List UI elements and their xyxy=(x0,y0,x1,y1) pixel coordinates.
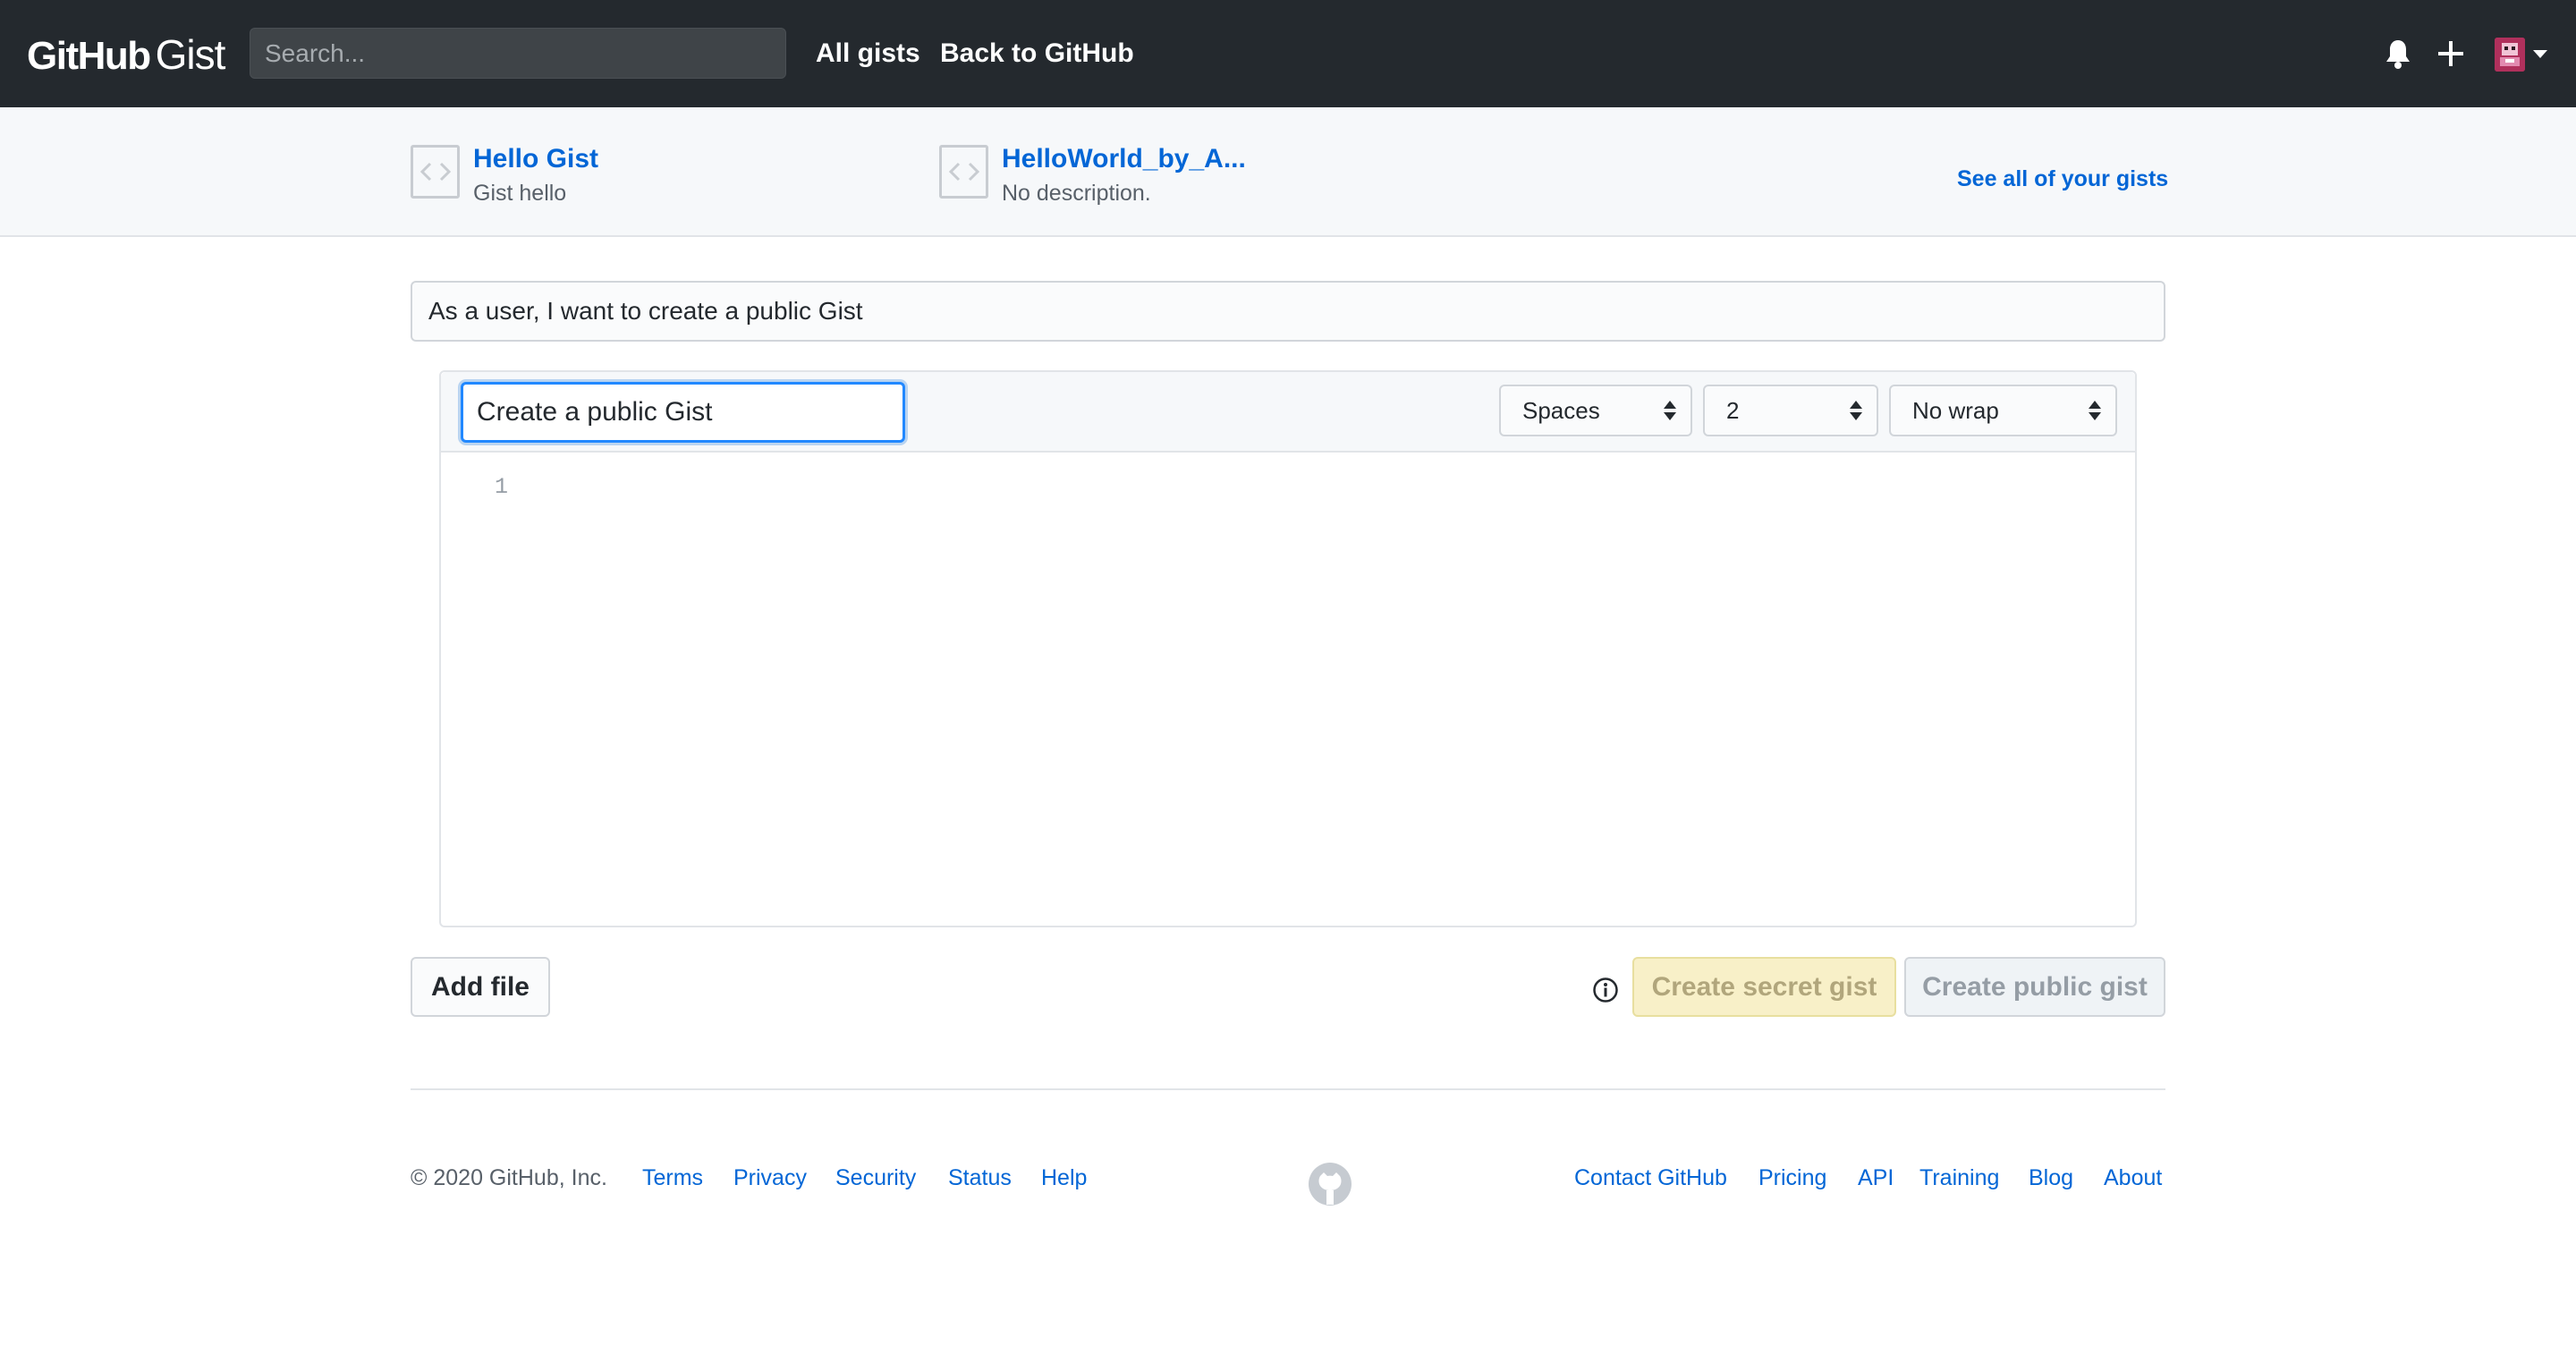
footer-divider xyxy=(411,1088,2165,1090)
create-public-gist-button[interactable]: Create public gist xyxy=(1904,957,2165,1017)
footer-link-blog[interactable]: Blog xyxy=(2029,1163,2073,1193)
bell-icon[interactable] xyxy=(2380,36,2416,72)
recent-gist-item[interactable]: Hello Gist Gist hello xyxy=(411,143,598,209)
create-secret-gist-button[interactable]: Create secret gist xyxy=(1632,957,1896,1017)
footer-link-security[interactable]: Security xyxy=(835,1163,916,1193)
see-all-gists-link[interactable]: See all of your gists xyxy=(1957,163,2168,195)
footer-link-status[interactable]: Status xyxy=(948,1163,1012,1193)
avatar[interactable] xyxy=(2495,38,2525,72)
github-mark-icon[interactable] xyxy=(1308,1162,1352,1206)
add-file-button[interactable]: Add file xyxy=(411,957,550,1017)
footer-copyright: © 2020 GitHub, Inc. xyxy=(411,1165,607,1190)
recent-gists-bar: Hello Gist Gist hello HelloWorld_by_A...… xyxy=(0,107,2576,237)
line-number: 1 xyxy=(495,474,509,500)
recent-gist-title[interactable]: HelloWorld_by_A... xyxy=(1002,143,1246,175)
caret-down-icon[interactable] xyxy=(2533,50,2547,58)
plus-icon[interactable] xyxy=(2433,36,2469,72)
select-arrows-icon xyxy=(2089,401,2101,422)
indent-mode-select[interactable]: Spaces xyxy=(1499,385,1692,436)
recent-gist-title[interactable]: Hello Gist xyxy=(473,143,598,175)
footer-link-training[interactable]: Training xyxy=(1919,1163,1999,1193)
recent-gist-item[interactable]: HelloWorld_by_A... No description. xyxy=(939,143,1246,209)
info-icon[interactable] xyxy=(1592,977,1619,1003)
footer-link-terms[interactable]: Terms xyxy=(642,1163,703,1193)
gist-description-input[interactable] xyxy=(411,281,2165,342)
logo-github-text: GitHub xyxy=(27,34,151,78)
footer-link-api[interactable]: API xyxy=(1858,1163,1894,1193)
footer-link-privacy[interactable]: Privacy xyxy=(733,1163,807,1193)
code-icon xyxy=(411,145,460,199)
footer-link-contact[interactable]: Contact GitHub xyxy=(1574,1163,1727,1193)
file-editor-header: Spaces 2 No wrap xyxy=(441,372,2135,453)
logo-gist-text: Gist xyxy=(155,31,226,78)
indent-size-value: 2 xyxy=(1726,397,1740,424)
wrap-mode-select[interactable]: No wrap xyxy=(1889,385,2117,436)
recent-gist-description: Gist hello xyxy=(473,181,567,206)
select-arrows-icon xyxy=(1664,401,1676,422)
footer-link-about[interactable]: About xyxy=(2104,1163,2162,1193)
github-gist-logo[interactable]: GitHub Gist xyxy=(27,30,226,78)
footer-link-pricing[interactable]: Pricing xyxy=(1758,1163,1826,1193)
search-input[interactable] xyxy=(250,28,786,79)
file-editor: Spaces 2 No wrap 1 xyxy=(439,370,2137,927)
nav-all-gists[interactable]: All gists xyxy=(816,36,920,72)
wrap-mode-value: No wrap xyxy=(1912,397,1999,424)
filename-input[interactable] xyxy=(461,382,905,443)
nav-back-to-github[interactable]: Back to GitHub xyxy=(940,36,1134,72)
footer-link-help[interactable]: Help xyxy=(1041,1163,1087,1193)
top-header: GitHub Gist All gists Back to GitHub xyxy=(0,0,2576,107)
indent-size-select[interactable]: 2 xyxy=(1703,385,1878,436)
code-icon xyxy=(939,145,988,199)
select-arrows-icon xyxy=(1850,401,1862,422)
recent-gist-description: No description. xyxy=(1002,181,1151,206)
indent-mode-value: Spaces xyxy=(1522,397,1600,424)
